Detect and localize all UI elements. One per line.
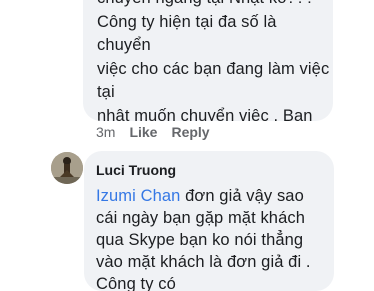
comment-timestamp: 3m <box>96 124 116 140</box>
comment-text-line: Công ty hiện tại đa số là chuyển <box>97 12 277 55</box>
comment-text-line: chuyển ngang tại Nhật ko??? <box>97 0 333 11</box>
comment-author[interactable]: Luci Truong <box>96 161 324 179</box>
avatar[interactable] <box>51 152 83 184</box>
like-button[interactable]: Like <box>129 124 157 140</box>
mention-link[interactable]: Izumi Chan <box>96 187 180 205</box>
comment-text: Izumi Chan đơn giả vậy sao cái ngày bạn … <box>96 185 324 291</box>
comment-text: chuyển ngang tại Nhật ko???Công ty hiện … <box>97 0 333 121</box>
comment-text-line: việc cho các bạn đang làm việc tại <box>97 59 330 102</box>
comment-text-line: nhật muốn chuyển việc . Bạn biết <box>97 106 313 122</box>
comment-bubble: Luci Truong Izumi Chan đơn giả vậy sao c… <box>84 151 334 291</box>
comment-bubble: chuyển ngang tại Nhật ko???Công ty hiện … <box>83 0 333 121</box>
comment-actions: 3m Like Reply <box>96 124 210 140</box>
reply-button[interactable]: Reply <box>171 124 209 140</box>
avatar-image <box>51 152 83 184</box>
